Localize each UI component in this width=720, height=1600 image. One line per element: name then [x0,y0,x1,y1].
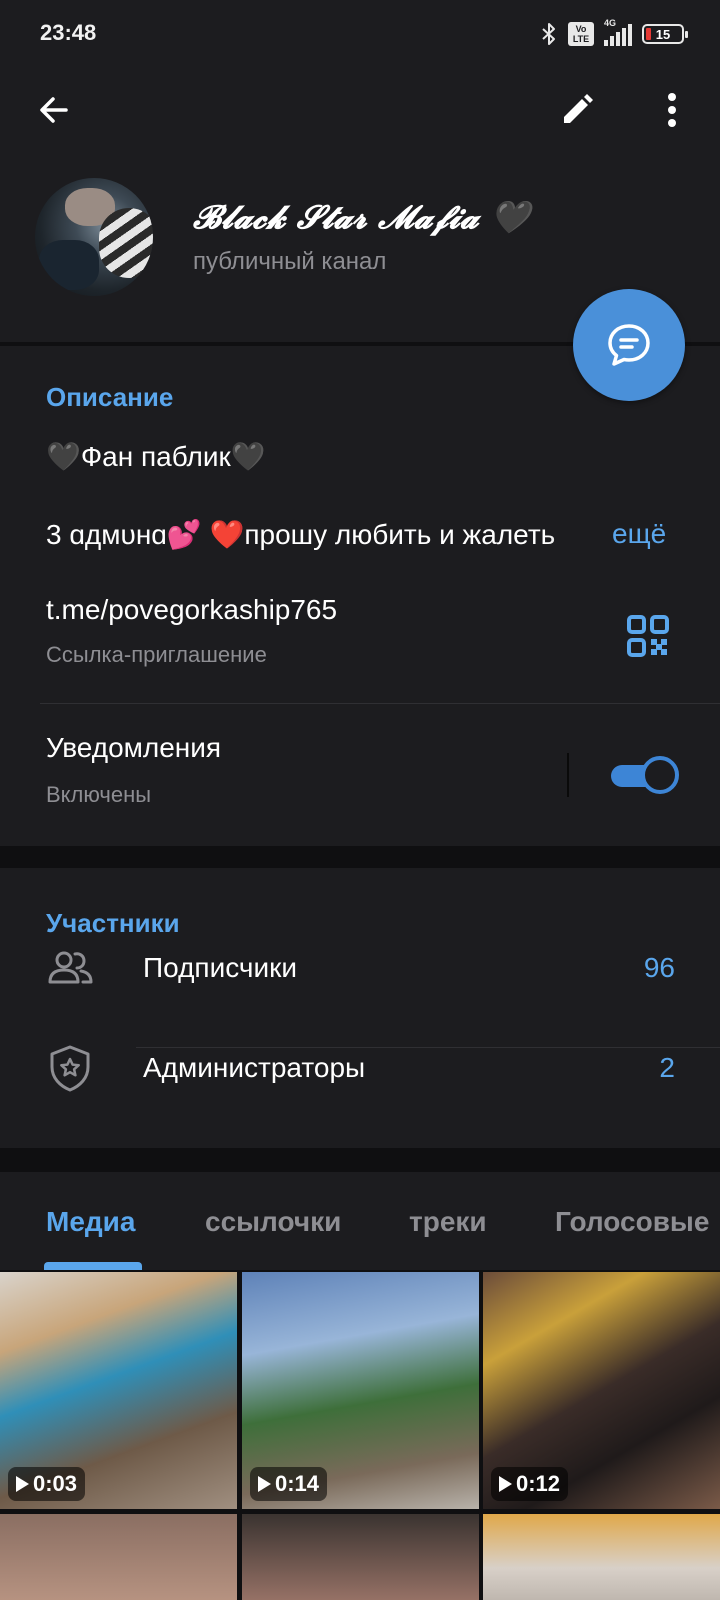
show-more-link[interactable]: ещё [612,518,666,550]
video-duration: 0:14 [250,1467,328,1501]
media-thumbnail[interactable] [0,1514,237,1600]
subscribers-count: 96 [643,952,675,983]
invite-link-caption: Ссылка-приглашение [46,642,267,667]
media-thumbnail[interactable]: 0:14 [242,1272,479,1509]
channel-info: Описание 🖤Фан паблик🖤 3 ɑдмυнɑ💕 ❤️прошу … [0,346,720,846]
chat-bubble-icon [608,324,650,366]
back-button[interactable] [30,86,78,134]
tab-media[interactable]: Медиа [46,1206,135,1238]
active-tab-indicator [44,1262,142,1270]
duration-text: 0:03 [33,1471,78,1496]
status-time: 23:48 [40,20,97,45]
description-line-1: 🖤Фан паблик🖤 [46,441,266,472]
play-icon [258,1476,271,1492]
channel-type: публичный канал [193,248,387,275]
play-icon [16,1476,29,1492]
divider [40,703,720,704]
description-line-2: 3 ɑдмυнɑ💕 ❤️прошу любить и жалеть [46,519,556,550]
status-icons: Vo LTE 4G 15 [540,18,688,48]
tab-voice[interactable]: Голосовые [555,1206,709,1238]
description-title: Описание [46,382,174,412]
notifications-status: Включены [46,782,152,807]
channel-name: 𝓑𝓵𝓪𝓬𝓴 𝓢𝓽𝓪𝓻 𝓜𝓪𝓯𝓲𝓪 🖤 [193,198,530,236]
edit-button[interactable] [553,86,601,134]
people-icon [48,951,93,984]
administrators-count: 2 [659,1052,675,1083]
invite-link[interactable]: t.me/povegorkaship765 [46,594,337,626]
media-grid: 0:03 0:14 0:12 [0,1270,720,1600]
separator [567,753,569,797]
subscribers-row[interactable]: Подписчики 96 [0,918,720,1018]
status-bar: 23:48 Vo LTE 4G 15 [0,0,720,68]
shared-media-tabs: Медиа ссылочки треки Голосовые [0,1172,720,1270]
media-thumbnail[interactable]: 0:12 [483,1272,720,1509]
tab-tracks[interactable]: треки [409,1206,487,1238]
discussion-button[interactable] [573,289,685,401]
battery-level: 15 [655,26,671,42]
shield-star-icon [50,1045,90,1092]
media-thumbnail[interactable] [483,1514,720,1600]
bluetooth-icon [542,23,555,45]
volte-icon: Vo LTE [568,22,594,46]
signal-icon: 4G [604,18,632,46]
channel-avatar[interactable] [35,178,153,296]
tab-links[interactable]: ссылочки [205,1206,341,1238]
members-section: Участники Подписчики 96 Администраторы 2 [0,868,720,1148]
notifications-toggle[interactable] [609,756,679,794]
notifications-title[interactable]: Уведомления [46,732,221,764]
more-options-button[interactable] [648,86,696,134]
network-type: 4G [604,18,617,28]
battery-icon: 15 [642,24,688,44]
duration-text: 0:12 [516,1471,561,1496]
duration-text: 0:14 [275,1471,320,1496]
administrators-row[interactable]: Администраторы 2 [0,1018,720,1118]
administrators-label: Администраторы [143,1052,366,1083]
media-thumbnail[interactable]: 0:03 [0,1272,237,1509]
qr-code-icon[interactable] [626,614,670,658]
video-duration: 0:03 [8,1467,86,1501]
pencil-icon [564,94,593,123]
video-duration: 0:12 [491,1467,569,1501]
play-icon [499,1476,512,1492]
media-thumbnail[interactable] [242,1514,479,1600]
subscribers-label: Подписчики [143,952,298,983]
arrow-left-icon [40,97,68,123]
more-vertical-icon [668,93,676,127]
